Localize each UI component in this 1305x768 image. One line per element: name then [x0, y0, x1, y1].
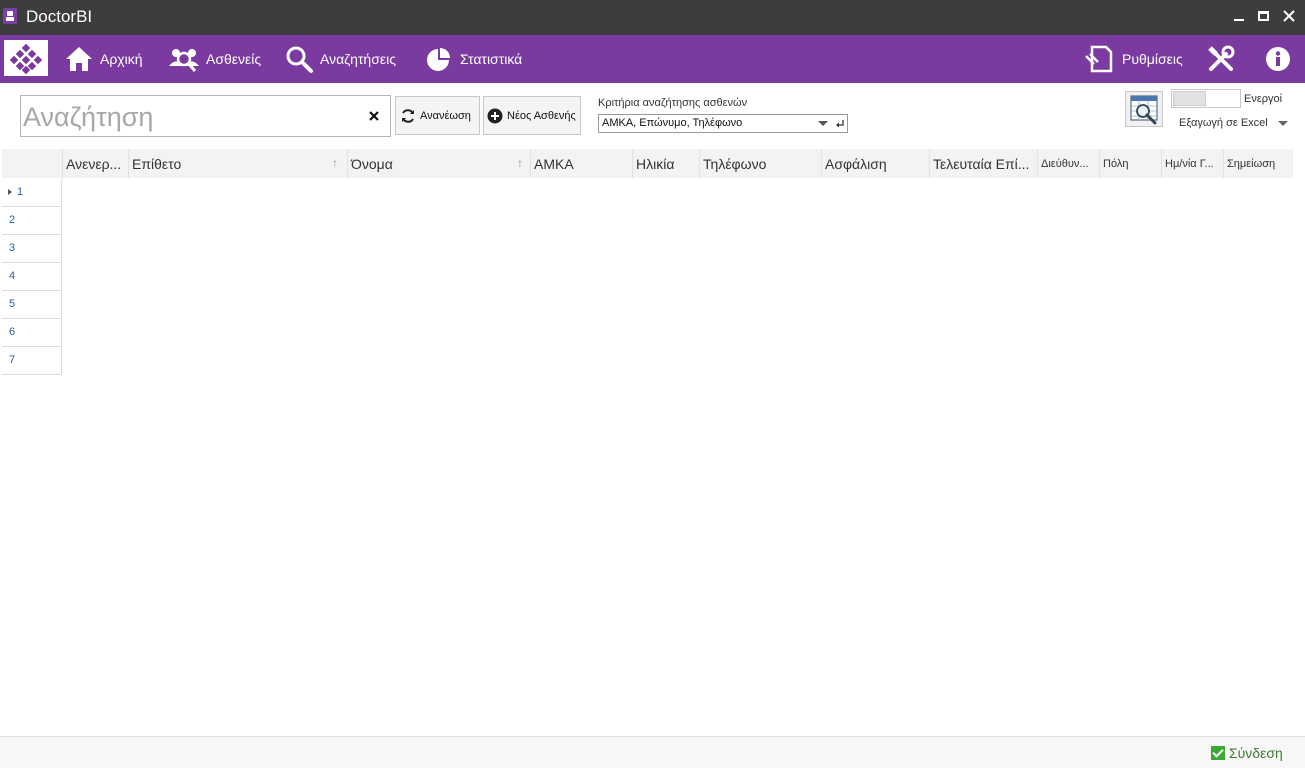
info-icon [1266, 47, 1290, 71]
maximize-button[interactable] [1254, 6, 1274, 26]
column-note[interactable]: Σημείωση [1223, 149, 1293, 178]
home-icon [66, 47, 92, 71]
diamond-grid-icon [9, 43, 43, 75]
search-input[interactable] [23, 102, 353, 132]
nav-statistics[interactable]: Στατιστικά [424, 35, 522, 83]
search-box[interactable] [20, 95, 391, 137]
refresh-icon [402, 108, 414, 123]
close-icon [369, 111, 379, 121]
criteria-select[interactable]: ΑΜΚΑ, Επώνυμο, Τηλέφωνο [598, 114, 848, 133]
nav-settings[interactable]: Ρυθμίσεις [1084, 35, 1183, 83]
table-row[interactable]: 3 [2, 235, 62, 263]
column-birthdate[interactable]: Ημ/νία Γ... [1161, 149, 1223, 178]
table-row[interactable]: 4 [2, 263, 62, 291]
nav-patients-label: Ασθενείς [206, 51, 262, 67]
window-title: DoctorBI [26, 7, 93, 26]
chevron-down-icon[interactable] [818, 121, 828, 126]
table-search-icon [1130, 95, 1158, 125]
column-address[interactable]: Διεύθυν... [1037, 149, 1099, 178]
column-age[interactable]: Ηλικία [632, 149, 699, 178]
sort-arrow-icon: ↑ [517, 156, 523, 170]
criteria-value: ΑΜΚΑ, Επώνυμο, Τηλέφωνο [602, 117, 743, 129]
main-navbar: Αρχική Ασθενείς Αναζητήσεις Στατιστικά Ρ… [0, 35, 1305, 83]
pie-chart-icon [427, 48, 450, 71]
toggle-knob [1173, 91, 1206, 106]
nav-settings-label: Ρυθμίσεις [1122, 51, 1183, 67]
column-phone[interactable]: Τηλέφωνο [699, 149, 821, 178]
chevron-down-icon[interactable] [1278, 121, 1288, 126]
active-toggle[interactable] [1171, 89, 1241, 108]
criteria-label: Κριτήρια αναζήτησης ασθενών [598, 97, 748, 109]
refresh-button[interactable]: Ανανέωση [395, 96, 480, 135]
nav-patients[interactable]: Ασθενείς [168, 35, 261, 83]
column-insurance[interactable]: Ασφάλιση [821, 149, 929, 178]
nav-tools[interactable] [1206, 35, 1242, 83]
app-logo[interactable] [4, 40, 48, 76]
new-patient-label: Νέος Ασθενής [507, 109, 576, 122]
table-row[interactable]: 6 [2, 319, 62, 347]
app-window: DoctorBI Αρχική Ασθενείς Αναζητήσεις Στα… [0, 0, 1305, 768]
column-last-visit[interactable]: Τελευταία Επί... [929, 149, 1037, 178]
column-amka[interactable]: ΑΜΚΑ [530, 149, 633, 178]
plus-circle-icon [487, 108, 503, 123]
export-excel-button[interactable] [1125, 91, 1163, 127]
clear-search-button[interactable] [366, 108, 382, 124]
new-patient-button[interactable]: Νέος Ασθενής [483, 96, 581, 135]
nav-searches[interactable]: Αναζητήσεις [284, 35, 396, 83]
column-city[interactable]: Πόλη [1099, 149, 1161, 178]
nav-searches-label: Αναζητήσεις [320, 51, 396, 67]
nav-info[interactable] [1265, 35, 1297, 83]
login-status[interactable]: Σύνδεση [1211, 745, 1283, 761]
column-surname[interactable]: Επίθετο ↑ [128, 149, 347, 178]
table-row[interactable]: 1 [2, 179, 62, 207]
check-icon [1211, 746, 1225, 760]
nav-statistics-label: Στατιστικά [460, 51, 523, 67]
close-icon [1283, 10, 1295, 22]
close-button[interactable] [1279, 6, 1299, 26]
table-row[interactable]: 7 [2, 347, 62, 375]
patients-icon [169, 49, 199, 72]
export-excel-label[interactable]: Εξαγωγή σε Excel [1179, 117, 1268, 129]
column-name[interactable]: Όνομα ↑ [347, 149, 531, 178]
active-toggle-label: Ενεργοί [1244, 93, 1283, 105]
table-row[interactable]: 5 [2, 291, 62, 319]
nav-home-label: Αρχική [100, 51, 143, 67]
nav-home[interactable]: Αρχική [64, 35, 143, 83]
status-bar: Σύνδεση [0, 736, 1305, 768]
app-icon [3, 8, 17, 24]
settings-document-icon [1085, 45, 1113, 73]
search-icon [286, 46, 313, 73]
minimize-button[interactable] [1230, 6, 1250, 26]
login-status-label: Σύνδεση [1229, 745, 1283, 761]
table-row[interactable]: 2 [2, 207, 62, 235]
grid-header: Ανενερ... Επίθετο ↑ Όνομα ↑ ΑΜΚΑ Ηλικία Τη… [2, 149, 1293, 178]
sort-arrow-icon: ↑ [332, 156, 338, 170]
refresh-label: Ανανέωση [420, 109, 471, 122]
undo-icon[interactable] [835, 115, 845, 138]
title-bar: DoctorBI [0, 0, 1305, 35]
tools-icon [1208, 45, 1235, 71]
current-row-icon [8, 189, 12, 195]
column-inactive[interactable]: Ανενερ... [62, 149, 129, 178]
